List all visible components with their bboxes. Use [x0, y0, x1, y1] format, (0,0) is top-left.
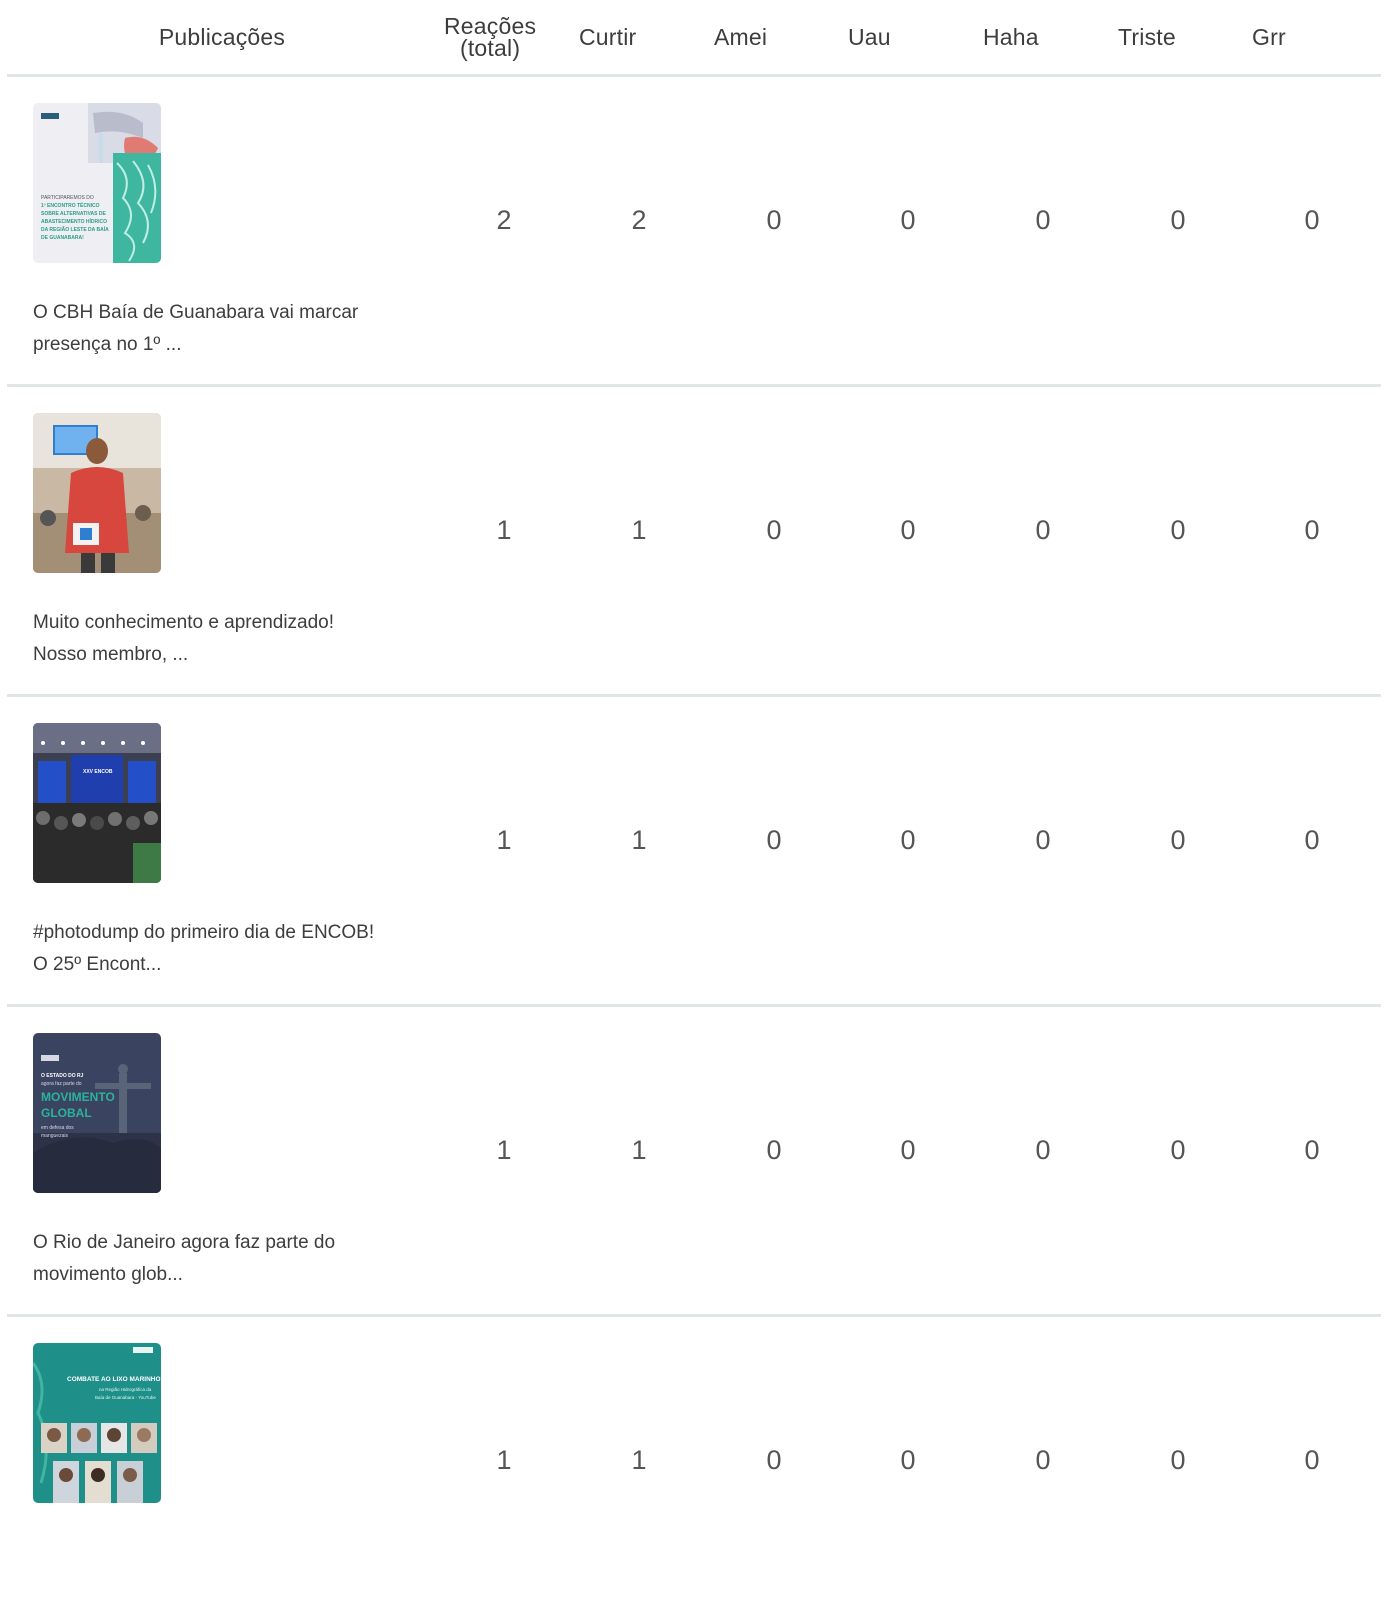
amei-value: 0 [766, 515, 782, 545]
column-header-haha[interactable]: Haha [983, 0, 1039, 74]
curtir-value: 1 [631, 1135, 647, 1165]
thumb-text: na Região Hidrográfica da [99, 1387, 152, 1392]
column-header-reacoes-line2: (total) [459, 35, 521, 61]
column-header-reacoes-line1: Reações [444, 13, 537, 39]
column-header-triste[interactable]: Triste [1118, 0, 1176, 74]
grr-value: 0 [1304, 825, 1320, 855]
post-thumbnail[interactable]: COMBATE AO LIXO MARINHO na Região Hidrog… [33, 1343, 161, 1503]
table-row: Muito conhecimento e aprendizado! Nosso … [7, 387, 1381, 697]
post-caption[interactable]: O CBH Baía de Guanabara vai marcar prese… [33, 297, 413, 361]
post-thumbnail[interactable]: XXV ENCOB [33, 723, 161, 883]
table-row: XXV ENCOB #photodump do primeiro dia de … [7, 697, 1381, 1007]
thumb-text: manguezais [41, 1133, 68, 1139]
thumb-text: ABASTECIMENTO HÍDRICO [41, 217, 107, 225]
post-image-conference-stage: XXV ENCOB [33, 723, 161, 883]
grr-value: 0 [1304, 1135, 1320, 1165]
haha-value: 0 [1035, 1445, 1051, 1475]
thumb-text: COMBATE AO LIXO MARINHO [67, 1376, 161, 1383]
column-header-grr[interactable]: Grr [1252, 0, 1286, 74]
column-header-reacoes-total[interactable]: Reações (total) [444, 0, 536, 74]
amei-value: 0 [766, 1135, 782, 1165]
reactions-total-value: 2 [496, 205, 512, 235]
haha-value: 0 [1035, 205, 1051, 235]
column-header-uau[interactable]: Uau [848, 0, 891, 74]
thumb-text: Baía de Guanabara - YouTube [95, 1395, 156, 1400]
reactions-total-value: 1 [496, 825, 512, 855]
post-image-man-red-shirt [33, 413, 161, 573]
thumb-text: PARTICIPAREMOS DO [41, 195, 94, 201]
uau-value: 0 [900, 1135, 916, 1165]
triste-value: 0 [1170, 1135, 1186, 1165]
table-row: O ESTADO DO RJ agora faz parte do MOVIME… [7, 1007, 1381, 1317]
reactions-total-value: 1 [496, 1135, 512, 1165]
curtir-value: 1 [631, 1445, 647, 1475]
reactions-total-value: 1 [496, 515, 512, 545]
thumb-text: DA REGIÃO LESTE DA BAÍA [41, 225, 109, 233]
thumb-text: O ESTADO DO RJ [41, 1073, 84, 1079]
post-image-water-tap: PARTICIPAREMOS DO 1º ENCONTRO TÉCNICO SO… [33, 103, 161, 263]
column-header-publicacoes[interactable]: Publicações [107, 0, 337, 74]
grr-value: 0 [1304, 515, 1320, 545]
thumb-text: agora faz parte do [41, 1081, 82, 1087]
grr-value: 0 [1304, 1445, 1320, 1475]
triste-value: 0 [1170, 1445, 1186, 1475]
post-image-christ-redeemer: O ESTADO DO RJ agora faz parte do MOVIME… [33, 1033, 161, 1193]
amei-value: 0 [766, 1445, 782, 1475]
post-image-video-call: COMBATE AO LIXO MARINHO na Região Hidrog… [33, 1343, 161, 1503]
uau-value: 0 [900, 515, 916, 545]
thumb-text: DE GUANABARA! [41, 235, 84, 241]
table-row: COMBATE AO LIXO MARINHO na Região Hidrog… [7, 1317, 1381, 1624]
haha-value: 0 [1035, 825, 1051, 855]
amei-value: 0 [766, 205, 782, 235]
triste-value: 0 [1170, 205, 1186, 235]
haha-value: 0 [1035, 1135, 1051, 1165]
post-thumbnail[interactable] [33, 413, 161, 573]
thumb-text: 1º ENCONTRO TÉCNICO [41, 201, 100, 209]
table-header: Publicações Reações (total) Curtir Amei … [7, 0, 1381, 77]
table-row: PARTICIPAREMOS DO 1º ENCONTRO TÉCNICO SO… [7, 77, 1381, 387]
thumb-text: GLOBAL [41, 1106, 92, 1120]
amei-value: 0 [766, 825, 782, 855]
column-header-curtir[interactable]: Curtir [579, 0, 636, 74]
curtir-value: 2 [631, 205, 647, 235]
curtir-value: 1 [631, 825, 647, 855]
post-thumbnail[interactable]: PARTICIPAREMOS DO 1º ENCONTRO TÉCNICO SO… [33, 103, 161, 263]
uau-value: 0 [900, 1445, 916, 1475]
triste-value: 0 [1170, 825, 1186, 855]
thumb-text: XXV ENCOB [83, 769, 113, 775]
post-thumbnail[interactable]: O ESTADO DO RJ agora faz parte do MOVIME… [33, 1033, 161, 1193]
uau-value: 0 [900, 205, 916, 235]
thumb-text: SOBRE ALTERNATIVAS DE [41, 211, 106, 217]
thumb-text: MOVIMENTO [41, 1090, 115, 1104]
reactions-total-value: 1 [496, 1445, 512, 1475]
haha-value: 0 [1035, 515, 1051, 545]
post-caption[interactable]: Muito conhecimento e aprendizado! Nosso … [33, 607, 413, 671]
column-header-amei[interactable]: Amei [714, 0, 767, 74]
curtir-value: 1 [631, 515, 647, 545]
reactions-table: Publicações Reações (total) Curtir Amei … [7, 0, 1381, 1624]
post-caption[interactable]: #photodump do primeiro dia de ENCOB! O 2… [33, 917, 413, 981]
triste-value: 0 [1170, 515, 1186, 545]
grr-value: 0 [1304, 205, 1320, 235]
thumb-text: em defesa dos [41, 1125, 74, 1131]
post-caption[interactable]: O Rio de Janeiro agora faz parte do movi… [33, 1227, 413, 1291]
uau-value: 0 [900, 825, 916, 855]
